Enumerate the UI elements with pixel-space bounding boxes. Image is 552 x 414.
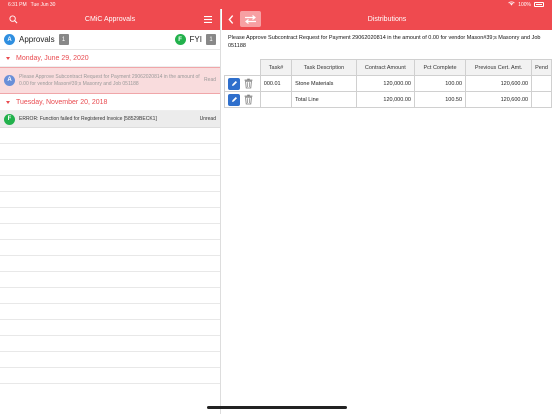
section-date: Tuesday, November 20, 2018 xyxy=(16,98,108,106)
battery-icon xyxy=(534,2,544,7)
column-header: Pct Complete xyxy=(413,59,467,76)
trash-icon[interactable] xyxy=(242,94,254,106)
cell-pct-complete: 100.50 xyxy=(413,91,467,108)
tab-fyi-label: FYI xyxy=(189,35,202,44)
table-header-row: Task# Task Description Contract Amount P… xyxy=(224,59,552,76)
column-header: Previous Cert. Amt. xyxy=(465,59,533,76)
cell-pct-complete: 100.00 xyxy=(413,75,467,92)
battery-percent: 100% xyxy=(518,1,531,8)
column-header: Pend xyxy=(531,59,552,76)
fyi-badge: F xyxy=(174,34,186,45)
approvals-list-pane: CMiC Approvals A Approvals 1 F FYI 1 Mon… xyxy=(0,9,221,414)
status-time: 6:31 PM xyxy=(8,1,27,8)
cell-contract-amount: 120,000.00 xyxy=(355,91,415,108)
cell-previous-cert: 120,600.00 xyxy=(465,91,533,108)
cell-previous-cert: 120,600.00 xyxy=(465,75,533,92)
right-title: Distributions xyxy=(367,16,407,23)
cell-task-number xyxy=(259,91,293,108)
column-header: Contract Amount xyxy=(355,59,415,76)
left-navbar: CMiC Approvals xyxy=(0,9,220,30)
table-row: 000.01 Stone Materials 120,000.00 100.00… xyxy=(224,75,552,92)
approvals-badge: A xyxy=(4,34,15,45)
status-bar: 6:31 PM Tue Jun 30 100% xyxy=(0,0,552,9)
list-item[interactable]: F ERROR: Function failed for Registered … xyxy=(0,111,220,128)
list-item-text: Please Approve Subcontract Request for P… xyxy=(19,74,200,87)
date-section-header[interactable]: Tuesday, November 20, 2018 xyxy=(0,94,220,111)
tab-fyi[interactable]: F FYI 1 xyxy=(174,34,216,45)
row-actions xyxy=(224,75,261,92)
unread-status: Unread xyxy=(199,115,216,122)
cell-task-number: 000.01 xyxy=(259,75,293,92)
collapse-triangle-icon xyxy=(6,100,10,104)
trash-icon[interactable] xyxy=(242,78,254,90)
distributions-table: Task# Task Description Contract Amount P… xyxy=(224,59,552,108)
cell-task-description: Stone Materials xyxy=(291,75,357,92)
approval-subject: Please Approve Subcontract Request for P… xyxy=(228,35,541,49)
home-indicator[interactable] xyxy=(207,406,347,409)
date-section-header[interactable]: Monday, June 29, 2020 xyxy=(0,50,220,67)
list-item[interactable]: A Please Approve Subcontract Request for… xyxy=(0,67,220,94)
section-date: Monday, June 29, 2020 xyxy=(16,54,89,62)
cell-pending xyxy=(531,75,552,92)
table-row: Total Line 120,000.00 100.50 120,600.00 xyxy=(224,91,552,108)
row-actions xyxy=(224,91,261,108)
pencil-icon[interactable] xyxy=(228,77,240,90)
hamburger-menu-icon[interactable] xyxy=(202,9,214,30)
empty-rows xyxy=(0,128,220,384)
read-status: Read xyxy=(204,77,216,84)
tab-approvals[interactable]: A Approvals 1 xyxy=(4,34,69,45)
actions-header xyxy=(224,59,261,76)
right-navbar: Distributions xyxy=(222,9,552,30)
fyi-count: 1 xyxy=(206,34,216,45)
column-header: Task Description xyxy=(291,59,357,76)
cell-task-description: Total Line xyxy=(291,91,357,108)
distributions-pane: Distributions Please Approve Subcontract… xyxy=(222,9,552,414)
left-title: CMiC Approvals xyxy=(84,16,136,23)
list-item-text: ERROR: Function failed for Registered In… xyxy=(19,115,157,122)
status-date: Tue Jun 30 xyxy=(30,1,56,8)
cell-pending xyxy=(531,91,552,108)
filter-tabs: A Approvals 1 F FYI 1 xyxy=(0,30,220,50)
fyi-badge: F xyxy=(4,113,15,125)
wifi-icon xyxy=(508,1,515,8)
collapse-triangle-icon xyxy=(6,56,10,60)
approvals-count: 1 xyxy=(58,34,69,45)
pencil-icon[interactable] xyxy=(228,93,240,106)
tab-approvals-label: Approvals xyxy=(19,35,55,44)
cell-contract-amount: 120,000.00 xyxy=(355,75,415,92)
approval-badge: A xyxy=(4,75,15,86)
column-header: Task# xyxy=(259,59,293,76)
